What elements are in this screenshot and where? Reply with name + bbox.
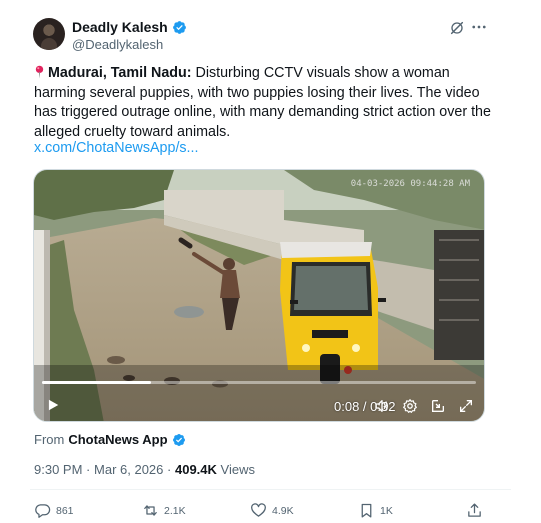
source-prefix: From xyxy=(34,432,65,447)
action-bar: 861 2.1K 4.9K 1K xyxy=(34,502,490,520)
tweet-date[interactable]: Mar 6, 2026 xyxy=(94,462,163,477)
repost-icon xyxy=(144,505,157,516)
fullscreen-icon[interactable] xyxy=(458,398,474,414)
author-name-row: Deadly Kalesh xyxy=(72,19,187,35)
tweet-link[interactable]: x.com/ChotaNewsApp/s... xyxy=(34,140,198,156)
avatar[interactable] xyxy=(33,18,65,50)
source-row: From ChotaNews App xyxy=(34,432,186,447)
play-icon[interactable] xyxy=(46,398,60,412)
video-progress-fill xyxy=(42,381,151,384)
reply-button[interactable]: 861 xyxy=(34,502,74,519)
reply-icon xyxy=(35,504,51,518)
video-progress-bar[interactable] xyxy=(42,381,476,384)
verified-badge-icon xyxy=(172,20,186,34)
reply-count: 861 xyxy=(56,504,74,517)
settings-icon[interactable] xyxy=(402,398,418,414)
author-display-name[interactable]: Deadly Kalesh xyxy=(72,19,168,35)
share-button[interactable] xyxy=(466,502,483,519)
author-handle[interactable]: @Deadlykalesh xyxy=(72,37,163,52)
tweet-text: Madurai, Tamil Nadu: Disturbing CCTV vis… xyxy=(34,64,494,142)
meta-separator: · xyxy=(86,462,91,477)
more-icon[interactable] xyxy=(470,18,488,36)
grok-icon[interactable] xyxy=(449,20,465,36)
tweet-card: Deadly Kalesh @Deadlykalesh Madurai, Tam… xyxy=(0,0,541,523)
repost-count: 2.1K xyxy=(164,504,186,517)
views-label: Views xyxy=(220,462,255,477)
pip-icon[interactable] xyxy=(430,398,446,414)
source-verified-icon xyxy=(172,433,185,446)
repost-button[interactable]: 2.1K xyxy=(142,502,186,519)
like-button[interactable]: 4.9K xyxy=(250,502,294,519)
bookmark-icon xyxy=(361,503,372,518)
share-icon xyxy=(468,503,481,517)
like-count: 4.9K xyxy=(272,504,294,517)
bookmark-button[interactable]: 1K xyxy=(358,502,393,519)
tweet-meta: 9:30 PM · Mar 6, 2026 · 409.4K Views xyxy=(34,462,255,477)
source-name[interactable]: ChotaNews App xyxy=(68,432,167,447)
divider xyxy=(30,489,511,490)
tweet-time[interactable]: 9:30 PM xyxy=(34,462,82,477)
volume-icon[interactable] xyxy=(374,398,390,414)
views-count: 409.4K xyxy=(174,462,217,477)
like-icon xyxy=(251,503,266,517)
bookmark-count: 1K xyxy=(380,504,393,517)
pin-icon xyxy=(35,65,44,79)
cctv-timestamp: 04-03-2026 09:44:28 AM xyxy=(350,179,470,189)
video-player[interactable]: 04-03-2026 09:44:28 AM 0:08 / 0:32 xyxy=(33,169,485,422)
meta-separator-2: · xyxy=(167,462,172,477)
video-frame xyxy=(34,170,484,421)
tweet-location: Madurai, Tamil Nadu: xyxy=(48,65,192,81)
video-current-time: 0:08 xyxy=(334,399,360,414)
